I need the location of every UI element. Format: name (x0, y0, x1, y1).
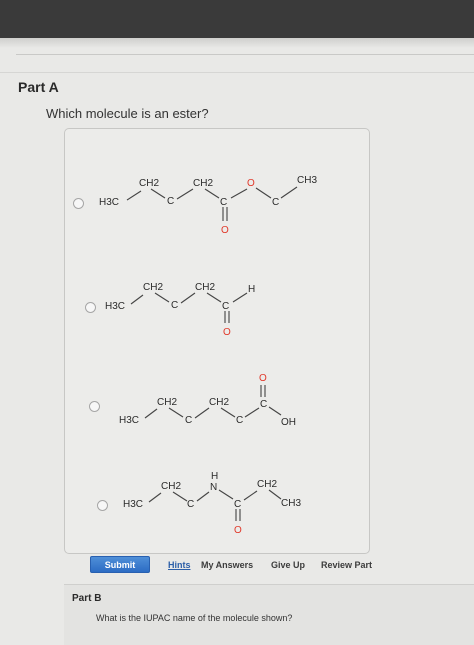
answer-option-3[interactable]: H3C CH2 C CH2 C C O OH (67, 341, 367, 429)
atom-c: C (272, 197, 279, 208)
atom-h3c: H3C (123, 499, 143, 510)
part-a-title: Part A (18, 79, 59, 95)
give-up-link[interactable]: Give Up (271, 560, 305, 570)
answer-options-box: H3C CH2 C CH2 C O O C CH3 H3C CH2 C CH2 … (64, 128, 370, 554)
section-divider (0, 72, 474, 73)
molecule-option-1: H3C CH2 C CH2 C O O C CH3 (99, 175, 317, 236)
atom-h3c: H3C (119, 415, 139, 426)
my-answers-link[interactable]: My Answers (201, 560, 253, 570)
atom-ch3: CH3 (297, 175, 317, 186)
bond (196, 491, 210, 502)
atom-oh: OH (281, 417, 296, 428)
part-b-section: Part B What is the IUPAC name of the mol… (64, 584, 474, 645)
atom-o-carbonyl: O (221, 225, 229, 236)
bond (130, 294, 144, 305)
atom-ch2: CH2 (143, 282, 163, 293)
atom-h3c: H3C (105, 301, 125, 312)
bond (204, 188, 220, 199)
bond (150, 188, 166, 199)
atom-ch2: CH2 (195, 282, 215, 293)
bond (206, 292, 222, 303)
bond (176, 188, 194, 200)
bond (244, 407, 260, 418)
submit-button[interactable]: Submit (90, 556, 150, 573)
atom-c: C (167, 196, 174, 207)
bond (168, 407, 184, 418)
review-part-link[interactable]: Review Part (321, 560, 372, 570)
answer-option-1[interactable]: H3C CH2 C CH2 C O O C CH3 (67, 143, 367, 236)
part-b-title: Part B (72, 593, 102, 604)
bond (126, 190, 142, 201)
atom-c-carbonyl: C (260, 399, 267, 410)
bond (255, 187, 272, 199)
answer-option-2[interactable]: H3C CH2 C CH2 C O H (67, 247, 367, 338)
atom-n: N (210, 482, 217, 493)
molecule-option-4: H3C CH2 C H N C O CH2 CH3 (123, 471, 301, 536)
atom-c: C (187, 499, 194, 510)
atom-c-carbonyl: C (234, 499, 241, 510)
bond (148, 492, 162, 503)
answer-option-4[interactable]: H3C CH2 C H N C O CH2 CH3 (67, 443, 367, 536)
molecule-option-3: H3C CH2 C CH2 C C O OH (119, 373, 296, 428)
bond (218, 489, 234, 500)
atom-c-carbonyl: C (222, 301, 229, 312)
atom-c: C (236, 415, 243, 426)
atom-c: C (171, 300, 178, 311)
atom-ch3: CH3 (281, 498, 301, 509)
atom-ch2: CH2 (193, 178, 213, 189)
molecule-option-2: H3C CH2 C CH2 C O H (105, 282, 255, 338)
atom-o-carbonyl: O (223, 327, 231, 338)
bond (194, 407, 210, 419)
bond (220, 407, 236, 418)
part-a-question: Which molecule is an ester? (46, 106, 209, 121)
bond (268, 406, 282, 416)
radio-option-1[interactable] (73, 198, 84, 209)
bond (154, 292, 170, 303)
bond (230, 188, 248, 199)
bond (268, 489, 282, 500)
atom-c-carbonyl: C (220, 197, 227, 208)
hints-link[interactable]: Hints (168, 560, 191, 570)
assignment-page: Part A Which molecule is an ester? H3C C… (0, 48, 474, 645)
atom-ch2: CH2 (139, 178, 159, 189)
atom-ch2: CH2 (161, 481, 181, 492)
part-b-question: What is the IUPAC name of the molecule s… (96, 613, 293, 623)
atom-o-carbonyl: O (234, 525, 242, 536)
atom-h: H (248, 284, 255, 295)
browser-top-bar (0, 0, 474, 38)
atom-ch2: CH2 (257, 479, 277, 490)
bond (172, 491, 188, 502)
bond (280, 186, 298, 199)
atom-ch2: CH2 (157, 397, 177, 408)
atom-h3c: H3C (99, 197, 119, 208)
atom-h-on-n: H (211, 471, 218, 482)
bond (180, 292, 196, 304)
bond (232, 292, 248, 303)
bond (243, 490, 258, 501)
atom-ch2: CH2 (209, 397, 229, 408)
atom-o-ester: O (247, 178, 255, 189)
atom-c: C (185, 415, 192, 426)
top-bar-shadow (0, 38, 474, 48)
bond (144, 408, 158, 419)
section-divider-top (16, 54, 474, 55)
atom-o-carbonyl: O (259, 373, 267, 384)
